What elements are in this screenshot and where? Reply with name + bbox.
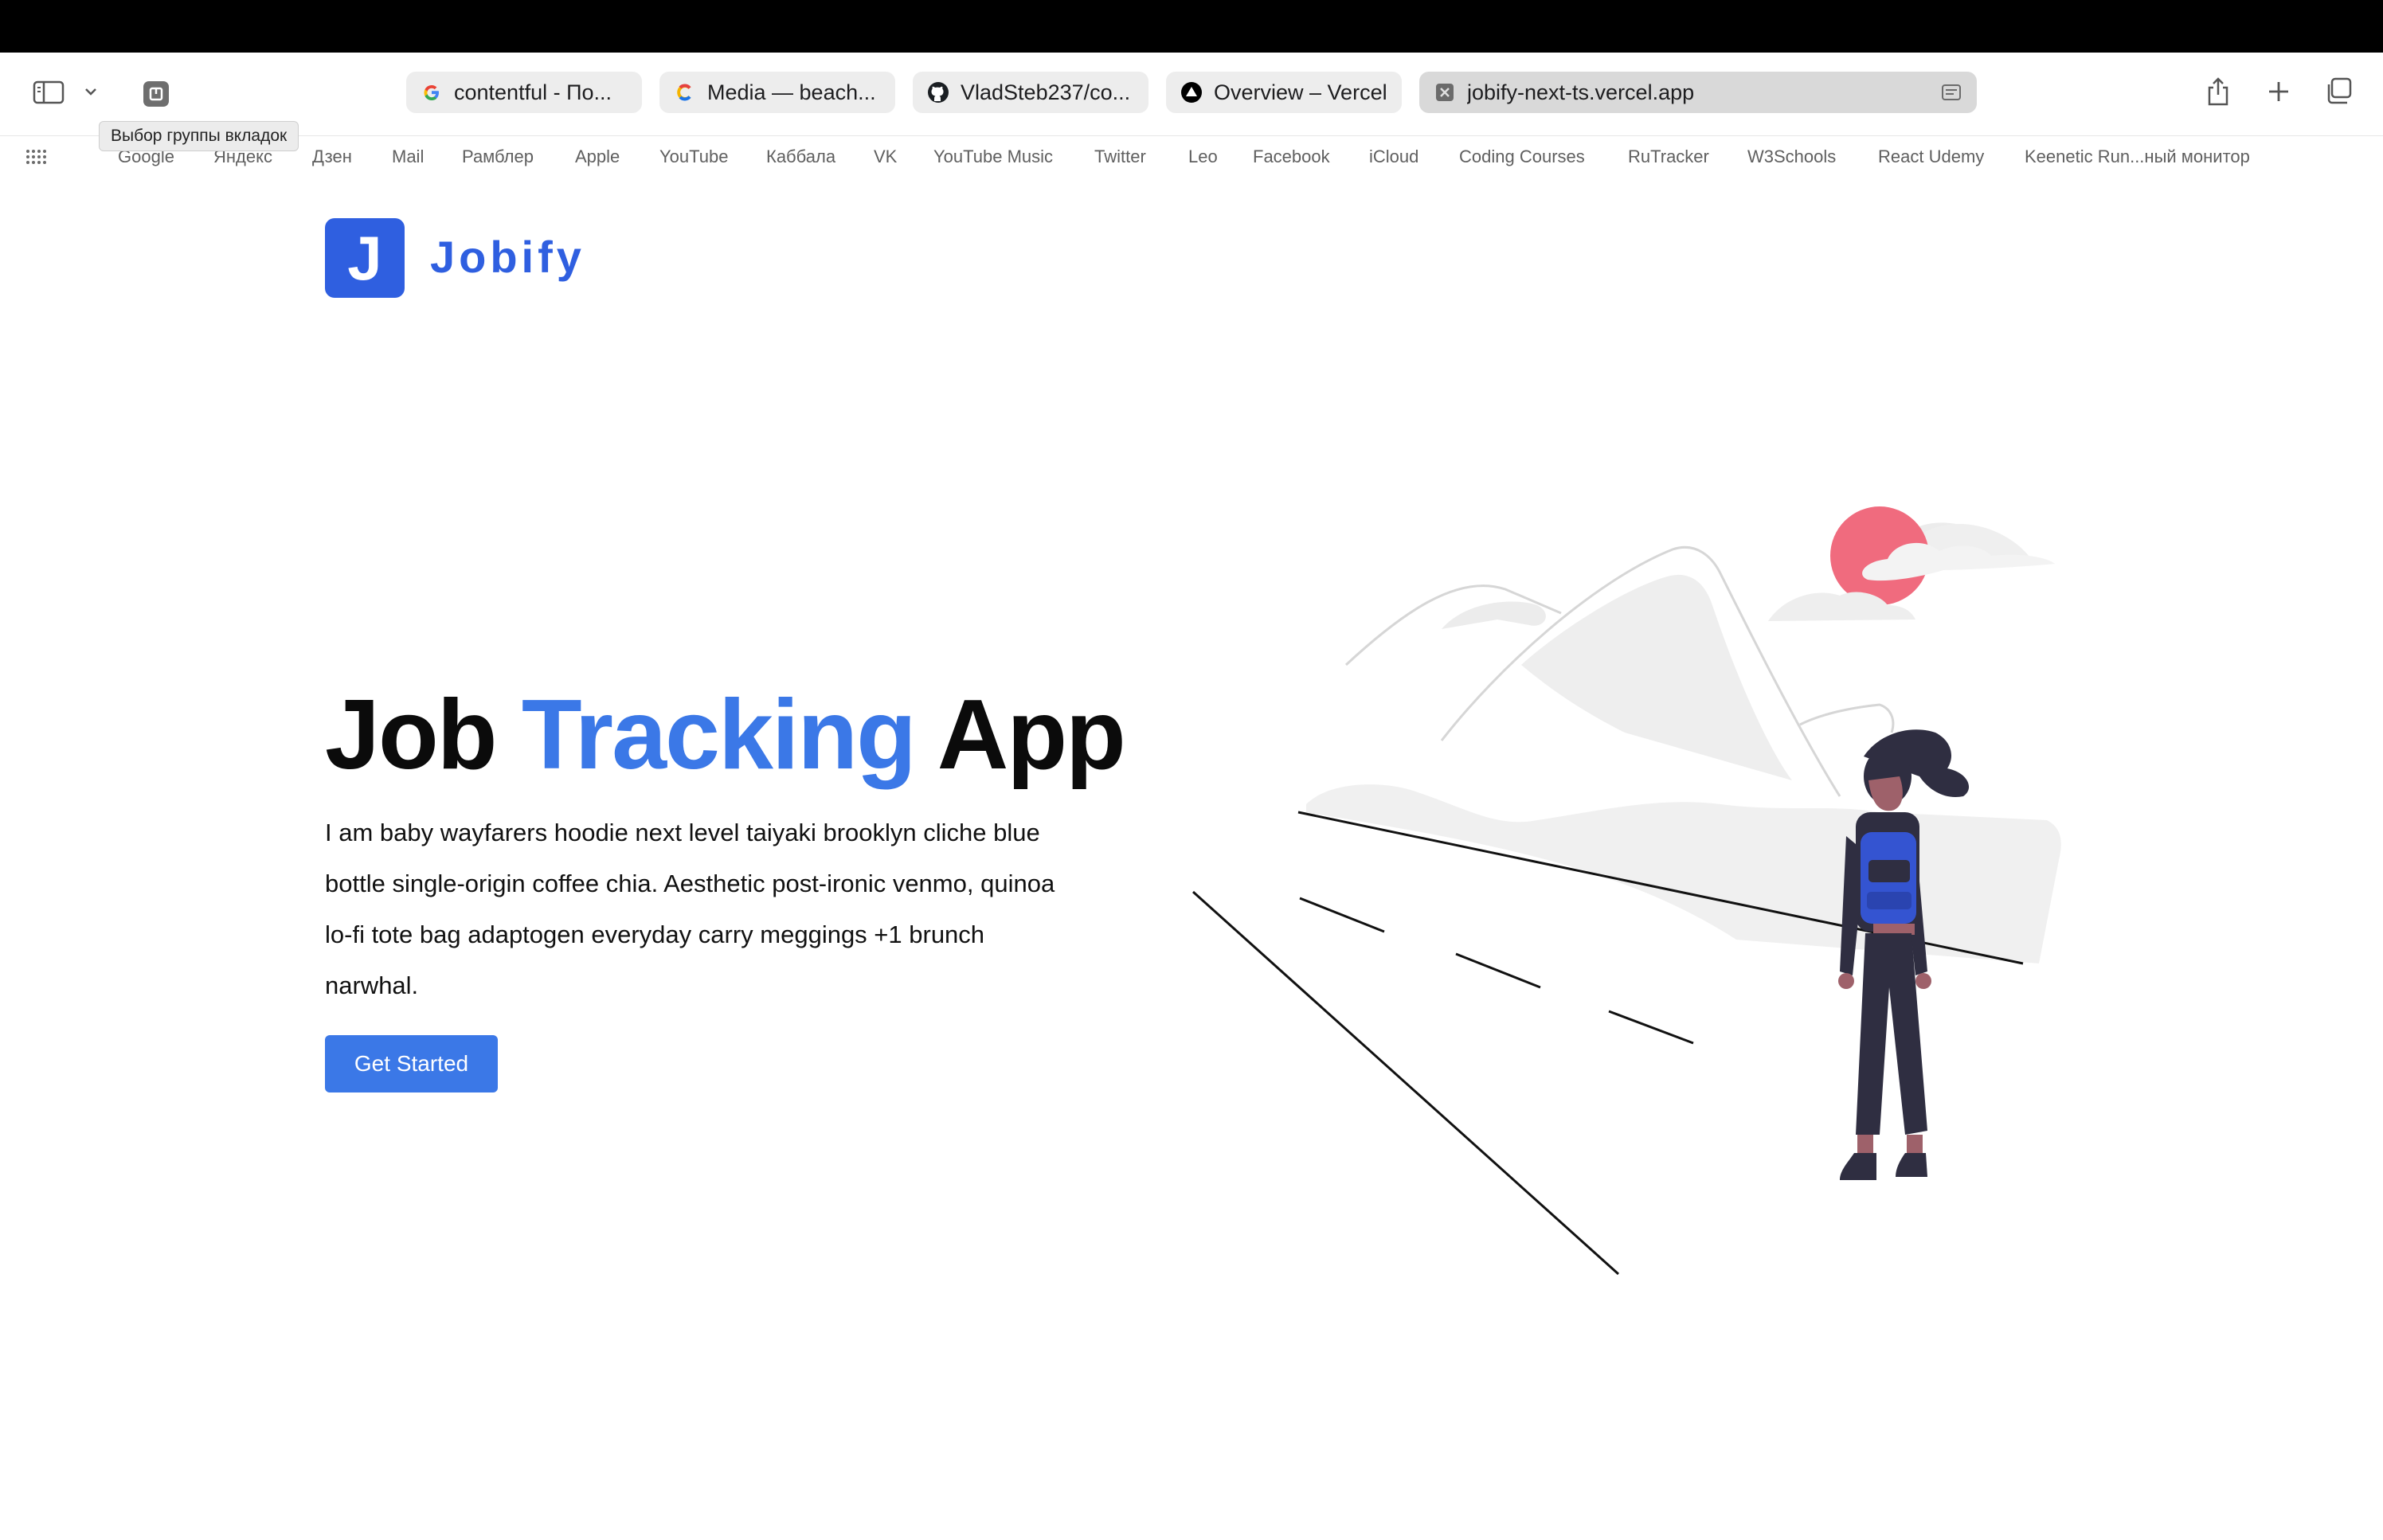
bookmark-facebook[interactable]: Facebook — [1253, 147, 1330, 167]
hero-illustration — [1192, 506, 2061, 1276]
bookmark-dzen[interactable]: Дзен — [312, 147, 352, 167]
google-g-icon — [421, 81, 443, 104]
vercel-triangle-icon — [1180, 81, 1203, 104]
bookmark-rambler[interactable]: Рамблер — [462, 147, 534, 167]
tab-overview-icon[interactable] — [2322, 75, 2354, 107]
menu-bar — [0, 0, 2383, 53]
sidebar-toggle-icon[interactable] — [30, 76, 67, 108]
new-tab-icon[interactable] — [2264, 76, 2294, 107]
bookmark-react-udemy[interactable]: React Udemy — [1878, 147, 1984, 167]
share-icon[interactable] — [2203, 73, 2233, 110]
tab-label: jobify-next-ts.vercel.app — [1467, 80, 1695, 104]
title-part-1: Job — [325, 680, 497, 790]
tab-group-tooltip: Выбор группы вкладок — [99, 121, 299, 151]
bookmark-vk[interactable]: VK — [874, 147, 897, 167]
tab-label: VladSteb237/co... — [961, 80, 1131, 104]
github-icon — [927, 81, 949, 104]
tab-label: Media — beach... — [707, 80, 876, 104]
chevron-down-icon[interactable] — [81, 81, 100, 102]
hero-description: I am baby wayfarers hoodie next level ta… — [325, 819, 1055, 999]
bookmark-w3schools[interactable]: W3Schools — [1747, 147, 1836, 167]
tab-contentful[interactable]: contentful - По... — [406, 72, 642, 113]
bookmark-kabbala[interactable]: Каббала — [766, 147, 835, 167]
reader-mode-icon[interactable] — [1940, 81, 1962, 104]
bookmark-keenetic[interactable]: Keenetic Run...ный монитор — [2025, 147, 2250, 167]
apps-grid-icon[interactable] — [25, 149, 46, 169]
contentful-icon — [674, 81, 696, 104]
bookmark-rutracker[interactable]: RuTracker — [1628, 147, 1709, 167]
bookmark-twitter[interactable]: Twitter — [1094, 147, 1146, 167]
tab-github[interactable]: VladSteb237/co... — [913, 72, 1148, 113]
tab-group-icon[interactable] — [140, 78, 172, 110]
brand-name[interactable]: Jobify — [430, 231, 585, 283]
bookmark-leo[interactable]: Leo — [1188, 147, 1218, 167]
bookmark-coding-courses[interactable]: Coding Courses — [1459, 147, 1585, 167]
bookmark-mail[interactable]: Mail — [392, 147, 424, 167]
browser-toolbar: contentful - По... Media — beach... Vlad… — [0, 53, 2383, 135]
bookmark-youtube-music[interactable]: YouTube Music — [933, 147, 1053, 167]
tab-label: contentful - По... — [454, 80, 612, 104]
bookmarks-bar: Google Яндекс Дзен Mail Рамблер Apple Yo… — [0, 135, 2383, 178]
get-started-button[interactable]: Get Started — [325, 1035, 498, 1092]
close-tab-icon[interactable] — [1434, 81, 1456, 104]
tab-jobify-active[interactable]: jobify-next-ts.vercel.app — [1419, 72, 1977, 113]
tab-vercel[interactable]: Overview – Vercel — [1166, 72, 1402, 113]
title-part-2: App — [937, 680, 1126, 790]
bookmark-icloud[interactable]: iCloud — [1369, 147, 1418, 167]
hero-title: Job Tracking App — [325, 680, 1126, 790]
bookmark-youtube[interactable]: YouTube — [659, 147, 728, 167]
tab-contentful-media[interactable]: Media — beach... — [659, 72, 895, 113]
logo[interactable]: J — [325, 218, 405, 298]
bookmark-apple[interactable]: Apple — [575, 147, 620, 167]
title-accent: Tracking — [521, 680, 917, 790]
tab-label: Overview – Vercel — [1214, 80, 1387, 104]
